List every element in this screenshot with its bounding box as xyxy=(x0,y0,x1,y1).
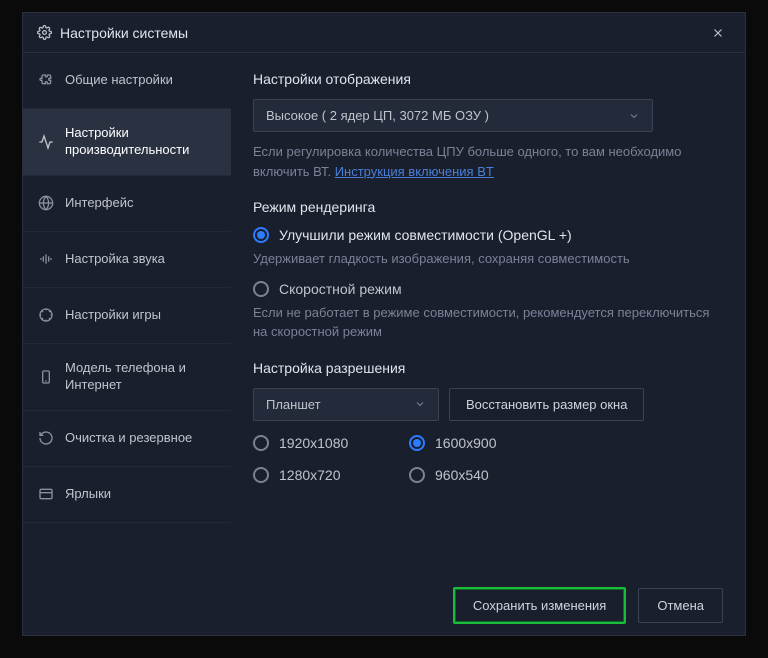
puzzle-icon xyxy=(37,73,55,89)
select-value: Планшет xyxy=(266,397,321,412)
chevron-down-icon xyxy=(414,398,426,410)
render-option-speed[interactable]: Скоростной режим xyxy=(253,281,723,297)
titlebar: Настройки системы xyxy=(23,13,745,53)
radio-label: 1280x720 xyxy=(279,467,341,483)
radio-icon xyxy=(253,435,269,451)
sidebar-item-label: Настройка звука xyxy=(65,251,165,268)
content-panel: Настройки отображения Высокое ( 2 ядер Ц… xyxy=(231,53,745,575)
sidebar-item-performance[interactable]: Настройки производительности xyxy=(23,109,231,176)
sound-icon xyxy=(37,251,55,267)
sidebar-item-phone-internet[interactable]: Модель телефона и Интернет xyxy=(23,344,231,411)
chevron-down-icon xyxy=(628,110,640,122)
radio-icon xyxy=(253,467,269,483)
display-preset-select[interactable]: Высокое ( 2 ядер ЦП, 3072 МБ ОЗУ ) xyxy=(253,99,653,132)
radio-label: 1600x900 xyxy=(435,435,497,451)
close-button[interactable] xyxy=(711,26,731,40)
radio-icon xyxy=(253,227,269,243)
select-value: Высокое ( 2 ядер ЦП, 3072 МБ ОЗУ ) xyxy=(266,108,489,123)
sidebar-item-label: Очистка и резервное xyxy=(65,430,192,447)
display-hint: Если регулировка количества ЦПУ больше о… xyxy=(253,142,723,181)
resolution-option-1280x720[interactable]: 1280x720 xyxy=(253,467,393,483)
gear-icon xyxy=(37,25,52,40)
shortcuts-icon xyxy=(37,486,55,502)
sidebar-item-backup[interactable]: Очистка и резервное xyxy=(23,411,231,467)
radio-icon xyxy=(409,467,425,483)
sidebar-item-label: Общие настройки xyxy=(65,72,173,89)
save-button[interactable]: Сохранить изменения xyxy=(453,587,627,624)
render-section: Режим рендеринга Улучшили режим совмести… xyxy=(253,199,723,342)
footer: Сохранить изменения Отмена xyxy=(23,575,745,635)
vt-instructions-link[interactable]: Инструкция включения ВT xyxy=(335,164,494,179)
resolution-option-1600x900[interactable]: 1600x900 xyxy=(409,435,549,451)
render-option-desc: Удерживает гладкость изображения, сохран… xyxy=(253,249,723,269)
resolution-option-1920x1080[interactable]: 1920x1080 xyxy=(253,435,393,451)
radio-label: Улучшили режим совместимости (OpenGL +) xyxy=(279,227,572,243)
sidebar: Общие настройки Настройки производительн… xyxy=(23,53,231,575)
radio-icon xyxy=(253,281,269,297)
settings-window: Настройки системы Общие настройки Настро… xyxy=(22,12,746,636)
resolution-section-title: Настройка разрешения xyxy=(253,360,723,376)
sidebar-item-label: Настройки производительности xyxy=(65,125,217,159)
sidebar-item-interface[interactable]: Интерфейс xyxy=(23,176,231,232)
radio-label: 1920x1080 xyxy=(279,435,348,451)
refresh-icon xyxy=(37,430,55,446)
display-section: Настройки отображения Высокое ( 2 ядер Ц… xyxy=(253,71,723,181)
phone-icon xyxy=(37,369,55,385)
window-body: Общие настройки Настройки производительн… xyxy=(23,53,745,575)
resolution-section: Настройка разрешения Планшет Восстановит… xyxy=(253,360,723,489)
cancel-button[interactable]: Отмена xyxy=(638,588,723,623)
game-icon xyxy=(37,307,55,323)
sidebar-item-label: Модель телефона и Интернет xyxy=(65,360,217,394)
sidebar-item-label: Ярлыки xyxy=(65,486,111,503)
resolution-preset-select[interactable]: Планшет xyxy=(253,388,439,421)
display-section-title: Настройки отображения xyxy=(253,71,723,87)
sidebar-item-label: Интерфейс xyxy=(65,195,133,212)
sidebar-item-game[interactable]: Настройки игры xyxy=(23,288,231,344)
reset-window-size-button[interactable]: Восстановить размер окна xyxy=(449,388,644,421)
sidebar-item-shortcuts[interactable]: Ярлыки xyxy=(23,467,231,523)
radio-icon xyxy=(409,435,425,451)
sidebar-item-general[interactable]: Общие настройки xyxy=(23,53,231,109)
sidebar-item-label: Настройки игры xyxy=(65,307,161,324)
resolution-option-960x540[interactable]: 960x540 xyxy=(409,467,549,483)
sidebar-item-audio[interactable]: Настройка звука xyxy=(23,232,231,288)
radio-label: Скоростной режим xyxy=(279,281,402,297)
globe-icon xyxy=(37,195,55,211)
render-option-desc: Если не работает в режиме совместимости,… xyxy=(253,303,723,342)
render-section-title: Режим рендеринга xyxy=(253,199,723,215)
render-option-compatibility[interactable]: Улучшили режим совместимости (OpenGL +) xyxy=(253,227,723,243)
radio-label: 960x540 xyxy=(435,467,489,483)
activity-icon xyxy=(37,134,55,150)
window-title: Настройки системы xyxy=(60,25,711,41)
